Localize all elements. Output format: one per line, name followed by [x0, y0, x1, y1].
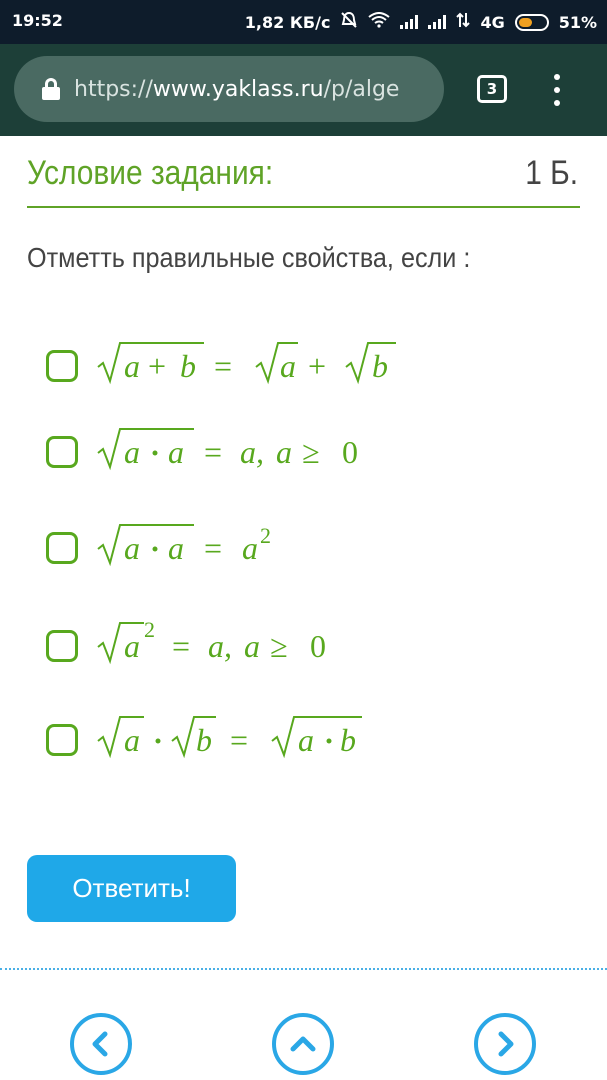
task-header: Условие задания: 1 Б.: [27, 152, 580, 208]
svg-text:+: +: [308, 348, 326, 384]
status-time: 19:52: [12, 11, 63, 30]
svg-text:a: a: [280, 348, 296, 384]
svg-text:≥: ≥: [270, 628, 288, 664]
svg-text:=: =: [204, 530, 222, 566]
svg-text:a: a: [124, 348, 140, 384]
svg-text:a: a: [244, 628, 260, 664]
chevron-up-icon: [290, 1036, 316, 1052]
mute-icon: [340, 11, 358, 33]
formula: a b = a b: [96, 711, 396, 770]
question-text: Отметть правильные свойства, если :: [27, 242, 471, 273]
address-bar[interactable]: https://www.yaklass.ru/p/alge: [14, 56, 444, 122]
svg-text:a: a: [124, 722, 140, 758]
url-path: /p/alge: [323, 76, 400, 102]
task-title: Условие задания:: [27, 154, 274, 192]
formula-sqrt-product-square: a a = a 2: [97, 523, 271, 566]
svg-text:2: 2: [260, 523, 271, 548]
svg-text:a: a: [124, 530, 140, 566]
checkbox[interactable]: [46, 350, 78, 382]
svg-text:a: a: [242, 530, 258, 566]
tab-switcher-button[interactable]: 3: [477, 75, 507, 103]
svg-text:0: 0: [342, 434, 358, 470]
submit-answer-button[interactable]: Ответить!: [27, 855, 236, 922]
svg-text:b: b: [372, 348, 388, 384]
svg-text:b: b: [196, 722, 212, 758]
formula-sqrt-squared: a 2 = a, a ≥ 0: [97, 617, 326, 664]
checkbox[interactable]: [46, 724, 78, 756]
svg-text:b: b: [340, 722, 356, 758]
network-speed: 1,82 КБ/с: [244, 12, 331, 32]
svg-text:=: =: [172, 628, 190, 664]
battery-icon: [514, 13, 549, 31]
svg-text:a: a: [168, 434, 184, 470]
chevron-right-icon: [498, 1031, 514, 1057]
formula-sqrt-sum: a + b = a + b: [97, 341, 396, 384]
svg-text:=: =: [214, 348, 232, 384]
prev-button[interactable]: [70, 1013, 132, 1075]
formula: a + b = a + b: [96, 337, 416, 396]
divider: [0, 968, 607, 970]
scroll-top-button[interactable]: [272, 1013, 334, 1075]
formula: a 2 = a, a ≥ 0: [96, 617, 356, 676]
option-3[interactable]: a a = a 2: [46, 518, 296, 578]
option-1[interactable]: a + b = a + b: [46, 336, 416, 396]
data-arrows-icon: [456, 12, 471, 32]
checkbox[interactable]: [46, 532, 78, 564]
svg-text:a: a: [124, 434, 140, 470]
lock-icon: [42, 78, 60, 100]
chevron-left-icon: [92, 1031, 108, 1057]
formula-sqrt-product-eq: a a = a, a ≥ 0: [97, 427, 358, 470]
task-points: 1 Б.: [525, 154, 578, 192]
overflow-menu-icon[interactable]: [552, 74, 562, 106]
svg-text:a: a: [298, 722, 314, 758]
formula: a a = a 2: [96, 519, 296, 578]
svg-text:a: a: [168, 530, 184, 566]
formula-sqrt-multiplication: a b = a b: [97, 715, 362, 758]
svg-text:a,: a,: [240, 434, 264, 470]
svg-text:a: a: [276, 434, 292, 470]
formula: a a = a, a ≥ 0: [96, 423, 396, 482]
svg-text:a: a: [124, 628, 140, 664]
status-icons: 1,82 КБ/с 4G 51%: [245, 11, 597, 33]
status-bar: 19:52 1,82 КБ/с 4G 51%: [0, 0, 607, 44]
svg-text:=: =: [204, 434, 222, 470]
svg-text:b: b: [180, 348, 196, 384]
battery-percent: 51%: [558, 12, 597, 32]
svg-text:≥: ≥: [302, 434, 320, 470]
network-type: 4G: [480, 12, 505, 32]
battery-level: [518, 17, 532, 27]
url-scheme: https://: [74, 76, 153, 102]
signal-icon: [400, 15, 419, 29]
svg-text:0: 0: [310, 628, 326, 664]
checkbox[interactable]: [46, 630, 78, 662]
svg-text:2: 2: [144, 617, 155, 642]
wifi-icon: [368, 12, 391, 32]
url-host: www.yaklass.ru: [152, 76, 324, 102]
checkbox[interactable]: [46, 436, 78, 468]
next-button[interactable]: [474, 1013, 536, 1075]
option-5[interactable]: a b = a b: [46, 710, 396, 770]
svg-text:=: =: [230, 722, 248, 758]
option-4[interactable]: a 2 = a, a ≥ 0: [46, 616, 356, 676]
svg-text:+: +: [148, 348, 166, 384]
signal-icon: [428, 15, 447, 29]
browser-toolbar: https://www.yaklass.ru/p/alge 3: [0, 44, 607, 136]
svg-text:a,: a,: [208, 628, 232, 664]
option-2[interactable]: a a = a, a ≥ 0: [46, 422, 396, 482]
